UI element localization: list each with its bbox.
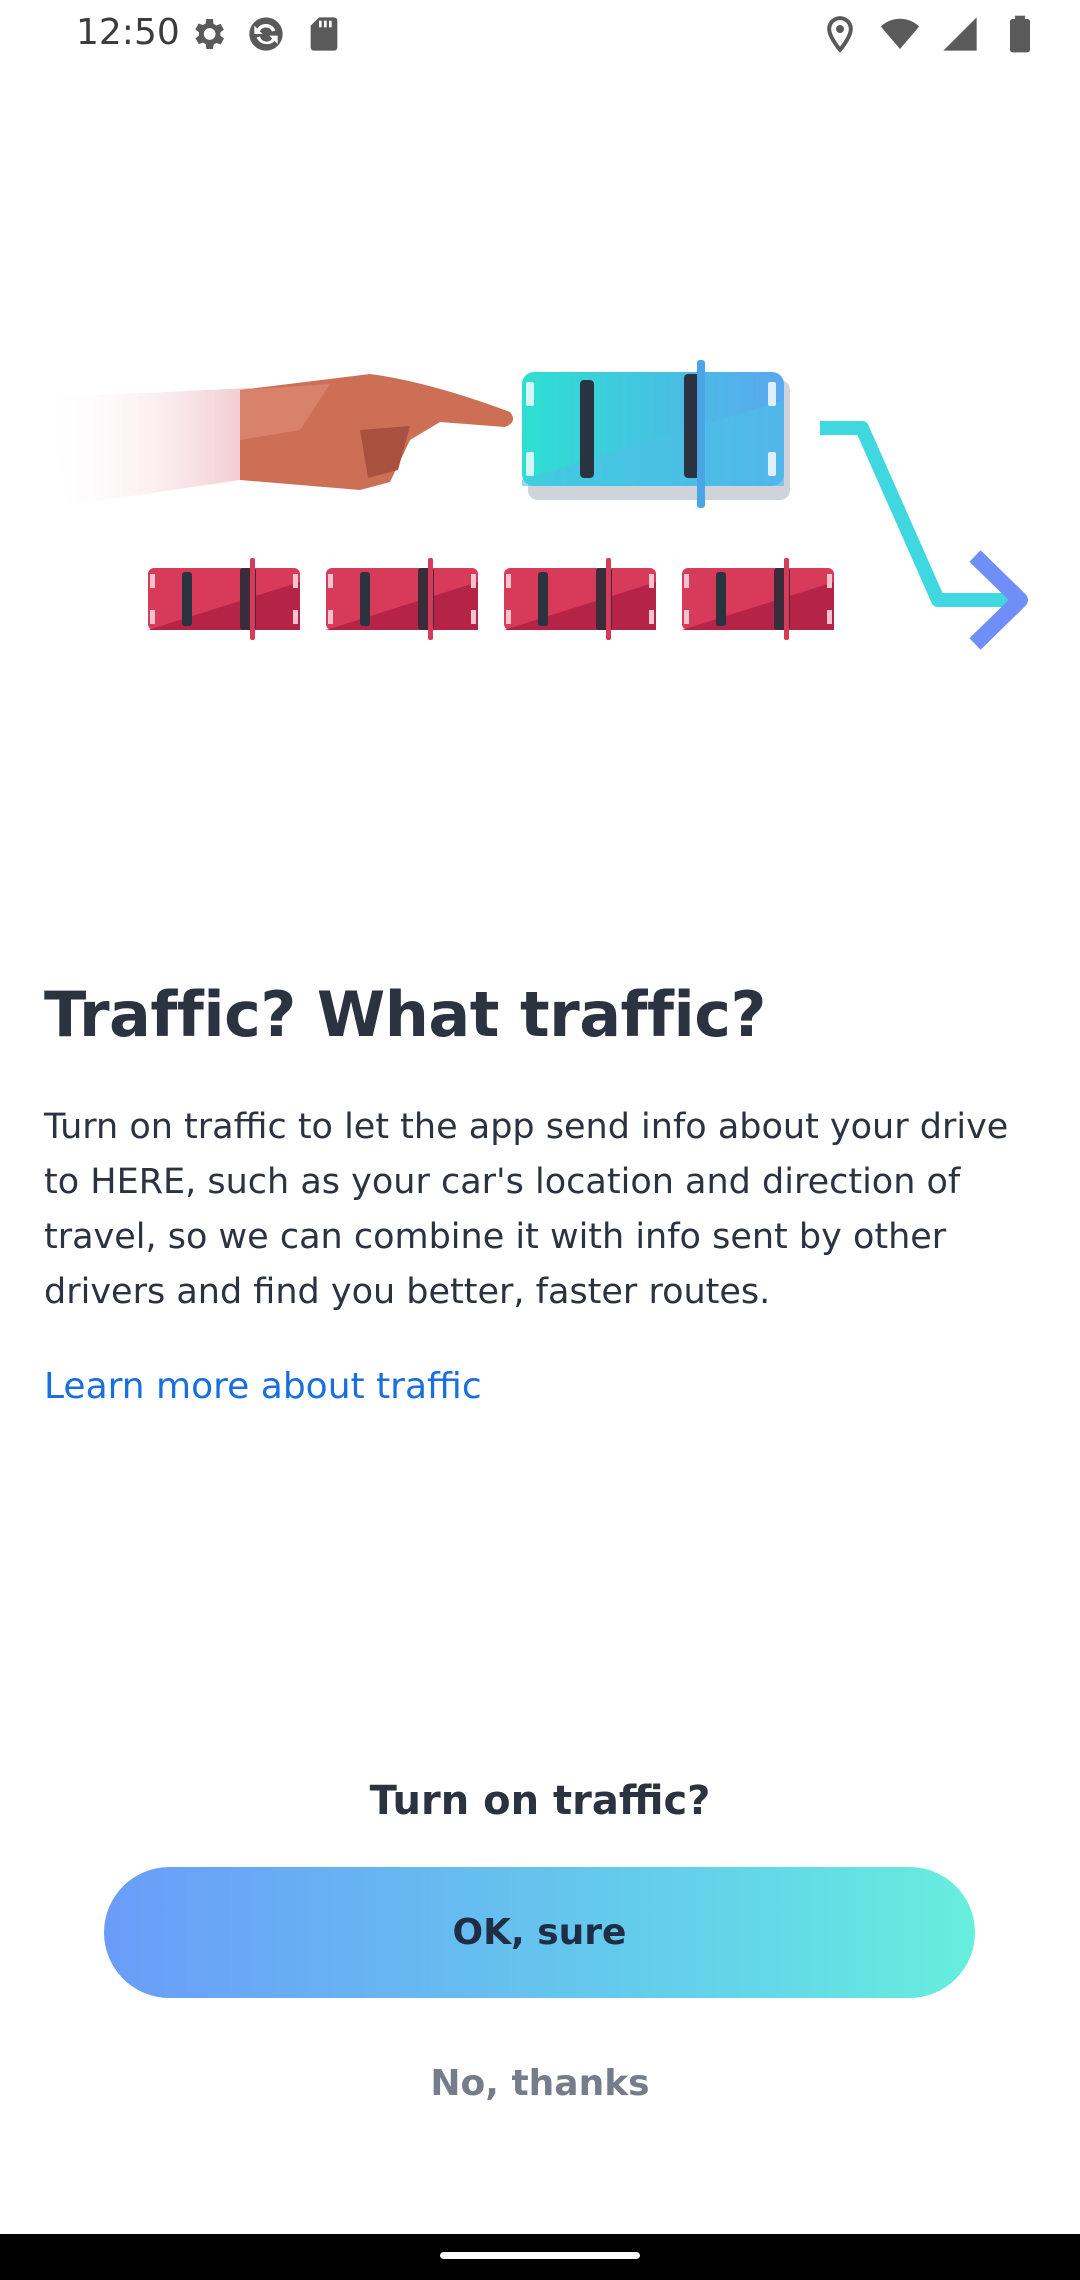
sd-card-icon — [310, 17, 338, 51]
traffic-cars-icon — [148, 558, 834, 640]
car-icon — [522, 360, 790, 508]
route-arrow-icon — [820, 421, 1028, 650]
settings-icon — [195, 19, 224, 49]
battery-icon — [1010, 15, 1030, 53]
traffic-description: Turn on traffic to let the app send info… — [44, 1107, 1009, 1312]
learn-more-traffic-link[interactable]: Learn more about traffic — [44, 1366, 482, 1407]
navigation-bar — [0, 2234, 1080, 2280]
location-icon — [827, 16, 853, 53]
page-title: Traffic? What traffic? — [44, 978, 766, 1051]
traffic-illustration — [40, 360, 1028, 650]
wifi-icon — [880, 18, 920, 49]
status-bar: 12:50 — [0, 0, 1080, 68]
ok-sure-button[interactable]: OK, sure — [104, 1867, 975, 1998]
status-time: 12:50 — [76, 12, 180, 53]
no-thanks-button[interactable]: No, thanks — [340, 2048, 740, 2118]
sync-icon — [249, 17, 283, 51]
home-indicator[interactable] — [440, 2252, 640, 2259]
system-icons — [820, 14, 1040, 54]
prompt-title: Turn on traffic? — [369, 1778, 711, 1824]
cellular-signal-icon — [943, 17, 977, 51]
notification-icons — [188, 14, 344, 54]
traffic-consent-screen: 12:50 Traffic? What traffic? Turn on tra… — [0, 0, 1080, 2280]
pointing-hand-icon — [40, 374, 514, 505]
